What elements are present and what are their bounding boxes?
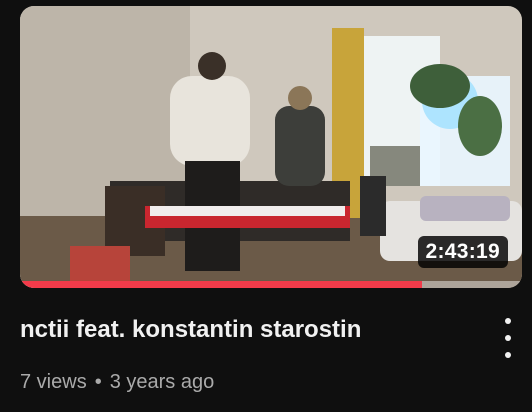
- duration-badge: 2:43:19: [417, 236, 508, 268]
- progress-fill: [20, 281, 422, 288]
- video-thumbnail[interactable]: 2:43:19: [20, 6, 522, 288]
- meta-separator: •: [94, 371, 102, 393]
- menu-dot: [505, 352, 511, 358]
- menu-dot: [505, 318, 511, 324]
- video-title[interactable]: nctii feat. konstantin starostin: [20, 316, 470, 344]
- video-metadata: 7 views • 3 years ago: [20, 371, 214, 394]
- progress-bar[interactable]: [20, 281, 522, 288]
- menu-dot: [505, 335, 511, 341]
- more-vert-icon[interactable]: [494, 318, 522, 358]
- view-count: 7 views: [20, 371, 87, 393]
- upload-age: 3 years ago: [109, 371, 215, 393]
- video-card[interactable]: 2:43:19 nctii feat. konstantin starostin…: [0, 0, 532, 412]
